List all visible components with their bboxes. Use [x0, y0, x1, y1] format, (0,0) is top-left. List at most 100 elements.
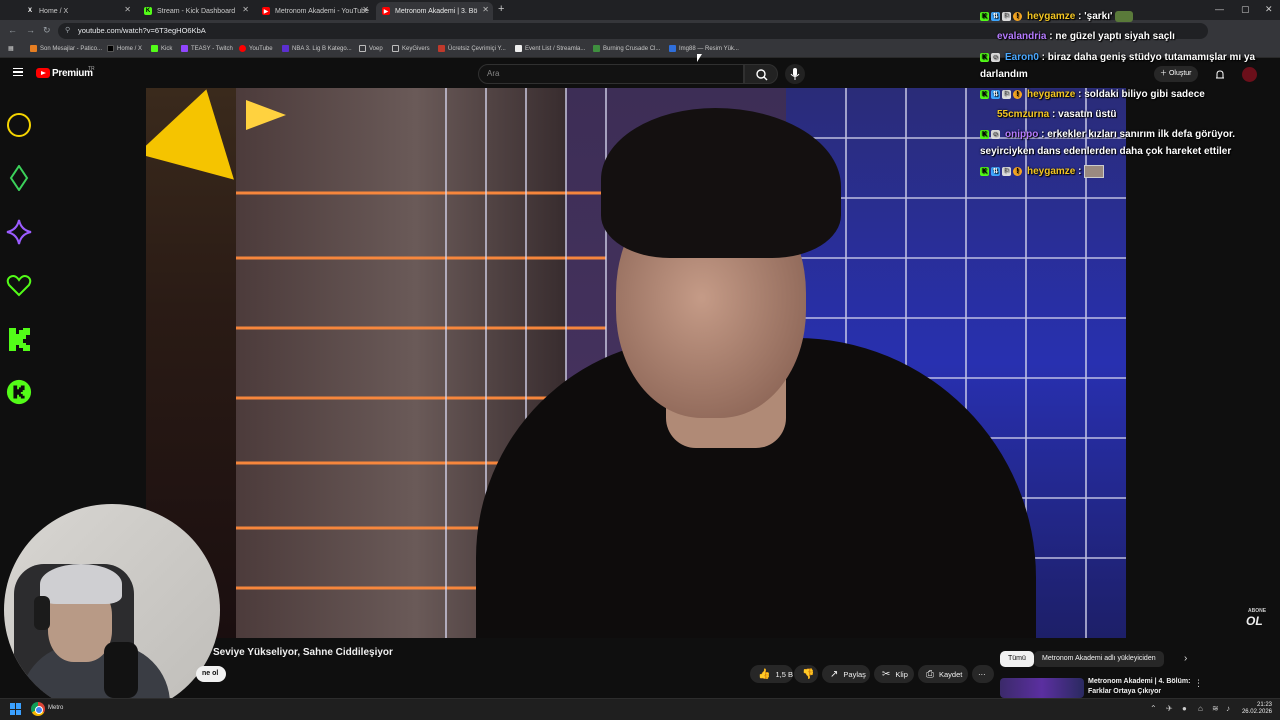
mic-badge-icon: ⚐: [1002, 11, 1011, 21]
folder-icon: [392, 45, 399, 52]
bookmark-8[interactable]: Ücretsiz Çevrimiçi Y...: [438, 45, 506, 52]
subscribe-watermark[interactable]: OL: [1246, 614, 1263, 628]
gift-badge-icon: !: [1013, 166, 1022, 176]
bookmark-7[interactable]: KeyGivers: [392, 45, 430, 52]
bookmark-2[interactable]: Kick: [151, 45, 172, 52]
bookmark-label: NBA 3. Lig B Katego...: [292, 45, 352, 52]
tab-metronom-channel[interactable]: ▶ Metronom Akademi - YouTube ✕: [256, 2, 373, 20]
new-tab-icon[interactable]: +: [498, 3, 504, 15]
forward-icon[interactable]: →: [26, 25, 35, 35]
kick-k-icon: [6, 326, 32, 352]
close-icon[interactable]: ✕: [242, 5, 249, 14]
search-input[interactable]: Ara: [478, 64, 744, 84]
headset-icon: [34, 596, 50, 630]
site-info-icon[interactable]: ⚲: [65, 23, 70, 39]
windows-start-icon[interactable]: [10, 703, 22, 715]
chip-all[interactable]: Tümü: [1000, 651, 1034, 667]
voice-search-button[interactable]: [785, 64, 805, 84]
recommendation-more-icon[interactable]: ⋮: [1194, 678, 1203, 689]
tray-chevron-icon[interactable]: ⌃: [1150, 704, 1157, 713]
bookmark-label: Home / X: [117, 45, 143, 52]
tray-spotify-icon[interactable]: ●: [1182, 704, 1187, 713]
chat-text: 'şarkı': [1084, 11, 1113, 22]
volume-icon[interactable]: ♪: [1226, 704, 1230, 713]
bookmark-label: Event List / Streamla...: [525, 45, 586, 52]
tab-label: Stream - Kick Dashboard: [157, 7, 236, 15]
kick-badge-icon: K: [980, 52, 989, 62]
bookmark-6[interactable]: Voep: [359, 45, 383, 52]
close-icon[interactable]: ✕: [124, 5, 131, 14]
chat-username: Earon0: [1005, 52, 1039, 63]
subscribe-button[interactable]: ne ol: [196, 666, 227, 682]
bookmark-favicon: [282, 45, 289, 52]
tab-kick-dashboard[interactable]: K Stream - Kick Dashboard ✕: [138, 2, 253, 20]
windows-taskbar: Metro ⌃ ✈ ● ⌂ ≋ ♪ 21:23 26.02.2026: [0, 698, 1280, 720]
bookmark-favicon: [438, 45, 445, 52]
microphone-icon: [790, 68, 800, 80]
chat-message: K ⇅ ⚐! heygamze : soldaki biliyo gibi sadec…: [980, 89, 1205, 100]
like-button[interactable]: 👍 1,5 B: [750, 665, 793, 683]
chip-from-uploader[interactable]: Metronom Akademi adlı yükleyiciden: [1034, 651, 1164, 667]
chat-message: K ☺ onippo : erkekler kızları sanırım ilk …: [980, 129, 1236, 157]
close-icon[interactable]: ✕: [362, 5, 369, 14]
video-title: Seviye Yükseliyor, Sahne Ciddileşiyor: [213, 647, 393, 658]
youtube-icon: ▶: [382, 7, 390, 15]
close-icon[interactable]: ✕: [482, 5, 489, 14]
mic-badge-icon: ⚐: [1002, 89, 1011, 99]
tab-home-x[interactable]: X Home / X ✕: [20, 2, 135, 20]
menu-icon[interactable]: [13, 68, 23, 76]
bookmark-favicon: [515, 45, 522, 52]
webcam-hair: [40, 564, 122, 604]
bookmark-3[interactable]: TEASY - Twitch: [181, 45, 233, 52]
share-label: Paylaş: [843, 669, 866, 679]
bookmark-9[interactable]: Event List / Streamla...: [515, 45, 585, 52]
bookmark-0[interactable]: Son Mesajlar - Patico...: [30, 45, 102, 52]
tray-network-icon[interactable]: ⌂: [1198, 704, 1203, 713]
taskbar-app-label: Metro: [48, 705, 64, 711]
tab-metronom-video[interactable]: ▶ Metronom Akademi | 3. Bö ✕: [376, 2, 493, 20]
save-button[interactable]: ⎙ Kaydet: [918, 665, 968, 683]
sub-badge-icon: ⇅: [991, 89, 1000, 99]
taskbar-clock[interactable]: 21:23 26.02.2026: [1240, 702, 1272, 716]
more-actions-button[interactable]: ⋯: [972, 665, 994, 683]
clip-button[interactable]: ✂ Klip: [874, 665, 914, 683]
kick-icon: K: [144, 7, 152, 15]
chat-username: 55cmzurna: [997, 109, 1050, 120]
chat-badges: K ☺: [980, 129, 1002, 139]
gift-badge-icon: !: [1013, 89, 1022, 99]
chat-text: vasatın üstü: [1058, 109, 1117, 120]
back-icon[interactable]: ←: [8, 25, 17, 35]
sub-badge-icon: ⇅: [991, 11, 1000, 21]
chat-text: soldaki biliyo gibi sadece: [1084, 89, 1205, 100]
chrome-icon[interactable]: [31, 702, 45, 716]
wifi-icon[interactable]: ≋: [1212, 704, 1219, 713]
share-button[interactable]: ↗ Paylaş: [822, 665, 870, 683]
recommendation-title[interactable]: Metronom Akademi | 4. Bölüm: Farklar Ort…: [1088, 677, 1198, 696]
bookmark-icon: ⎙: [926, 668, 934, 680]
chat-text: ne güzel yaptı siyah saçlı: [1055, 31, 1175, 42]
bookmark-11[interactable]: Img88 — Resim Yük...: [669, 45, 739, 52]
youtube-logo-icon[interactable]: [36, 68, 50, 78]
bookmark-5[interactable]: NBA 3. Lig B Katego...: [282, 45, 352, 52]
video-player[interactable]: [146, 88, 1126, 638]
chat-badges: K ⇅ ⚐!: [980, 11, 1024, 21]
bookmark-label: KeyGivers: [402, 45, 430, 52]
reload-icon[interactable]: ↻: [43, 25, 51, 36]
frog-emote-icon: [1115, 10, 1134, 22]
search-button[interactable]: [744, 64, 778, 84]
chevron-right-icon[interactable]: ›: [1184, 653, 1187, 664]
recommendation-thumbnail[interactable]: [1000, 678, 1084, 698]
bookmark-label: TEASY - Twitch: [191, 45, 233, 52]
share-icon: ↗: [830, 668, 839, 680]
dislike-button[interactable]: 👎: [794, 665, 818, 683]
url-text: youtube.com/watch?v=6T3egHO6KbA: [78, 26, 206, 35]
kick-badge-icon: K: [980, 129, 989, 139]
moderator-badge-icon: ☺: [991, 129, 1000, 139]
bookmark-4[interactable]: YouTube: [239, 45, 273, 52]
bookmark-label: Son Mesajlar - Patico...: [40, 45, 103, 52]
apps-icon[interactable]: ▦: [8, 45, 14, 52]
bookmark-1[interactable]: Home / X: [107, 45, 142, 52]
bookmark-label: Voep: [369, 45, 383, 52]
bookmark-10[interactable]: Burning Crusade Cl...: [593, 45, 660, 52]
tray-app-icon[interactable]: ✈: [1166, 704, 1173, 713]
